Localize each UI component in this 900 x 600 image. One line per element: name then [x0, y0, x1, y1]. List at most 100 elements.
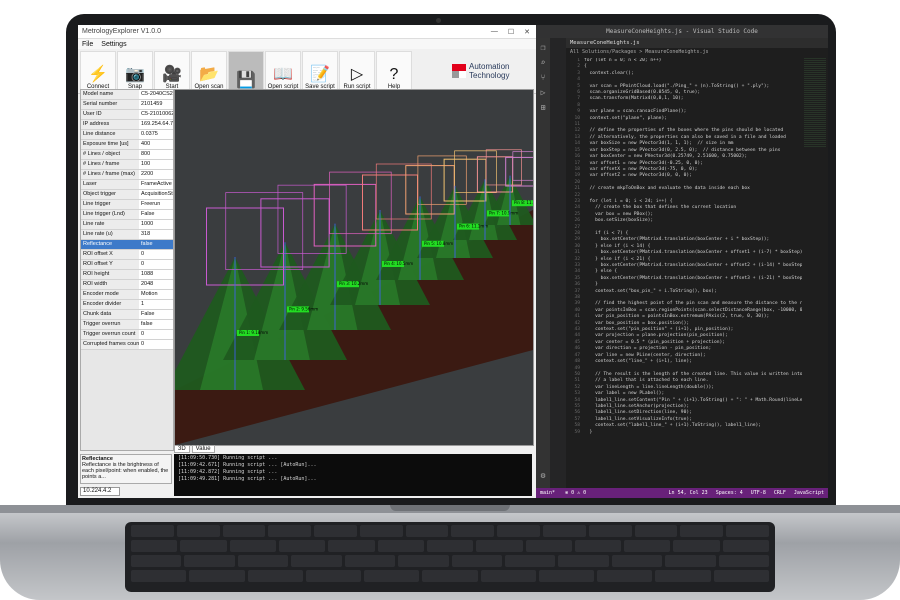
connect-button[interactable]: ⚡ Connect	[80, 51, 116, 91]
property-row[interactable]: # Lines / frame 100	[81, 160, 173, 170]
property-row[interactable]: Corrupted frames count 0	[81, 340, 173, 350]
property-row[interactable]: Object triggerAcquisitionStar	[81, 190, 173, 200]
property-value[interactable]: 0	[139, 260, 173, 269]
folder-icon: 📂	[199, 66, 219, 83]
property-row[interactable]: Line rate (u) 318	[81, 230, 173, 240]
snap-button[interactable]: 📷 Snap	[117, 51, 153, 91]
gear-icon[interactable]: ⚙	[538, 471, 548, 481]
property-row[interactable]: Laser FrameActive	[81, 180, 173, 190]
minimize-icon[interactable]: —	[491, 28, 498, 36]
property-row[interactable]: ROI offset Y0	[81, 260, 173, 270]
pin-height-label: Pin 1: 9.18mm	[239, 330, 268, 335]
property-value[interactable]: Freerun	[139, 200, 173, 209]
property-value[interactable]: 1000	[139, 220, 173, 229]
property-value[interactable]: 169.254.64.7	[139, 120, 173, 129]
property-value[interactable]: 2101459	[139, 100, 173, 109]
ip-address-field[interactable]: 10.224.4.2	[80, 487, 120, 496]
property-row[interactable]: Line distance 0.0375	[81, 130, 173, 140]
files-icon[interactable]: ❐	[538, 43, 548, 53]
property-row[interactable]: # Lines / frame (max) 2200	[81, 170, 173, 180]
property-value[interactable]: 0	[139, 330, 173, 339]
property-value[interactable]: 100	[139, 160, 173, 169]
status-problems[interactable]: ⊗ 0 ⚠ 0	[565, 488, 586, 498]
property-value[interactable]: 1	[139, 300, 173, 309]
property-value[interactable]: FrameActive	[139, 180, 173, 189]
property-value[interactable]: false	[139, 240, 173, 249]
status-position[interactable]: Ln 54, Col 23	[669, 488, 708, 498]
minimap[interactable]	[804, 58, 826, 148]
property-row[interactable]: # Lines / object 800	[81, 150, 173, 160]
point-cloud-3d-view[interactable]: Pin 1: 9.18mm Pin 2: 9.56mm Pin 3: 10.2mm P…	[165, 89, 543, 446]
source-control-icon[interactable]: ⑂	[538, 73, 548, 83]
property-row[interactable]: Encoder mode Motion	[81, 290, 173, 300]
run-script-button[interactable]: ▷ Run script	[339, 51, 375, 91]
property-row[interactable]: Line trigger Freerun	[81, 200, 173, 210]
open-scan-button[interactable]: 📂 Open scan	[191, 51, 227, 91]
save-scan-button[interactable]: 💾	[228, 51, 264, 91]
pin-height-label: Pin 6: 11.1mm	[459, 224, 488, 229]
status-language[interactable]: JavaScript	[794, 488, 824, 498]
property-value[interactable]: C5-2040CS2-	[139, 90, 173, 99]
help-button[interactable]: ? Help	[376, 51, 412, 91]
property-value[interactable]: AcquisitionStar	[139, 190, 173, 199]
property-row[interactable]: Chunk data False	[81, 310, 173, 320]
property-value[interactable]: false	[139, 320, 173, 329]
pin-height-label: Pin 2: 9.56mm	[289, 306, 318, 311]
extensions-icon[interactable]: ⊞	[538, 103, 548, 113]
search-icon[interactable]: ⌕	[538, 58, 548, 68]
laptop-notch	[390, 505, 510, 511]
property-row[interactable]: Trigger overrun false	[81, 320, 173, 330]
property-row[interactable]: Exposure time [us] 400	[81, 140, 173, 150]
console-line: [11:09:50.730] Running script ...	[178, 455, 278, 461]
property-value[interactable]: 2048	[139, 280, 173, 289]
property-row[interactable]: User ID C5-21010062	[81, 110, 173, 120]
code-editor[interactable]: 1 for (let n = 0; n < 20; n++) 2{3 context…	[566, 58, 802, 486]
menu-file[interactable]: File	[82, 41, 93, 48]
property-value[interactable]: 0	[139, 340, 173, 349]
property-row[interactable]: Model name C5-2040CS2-	[81, 90, 173, 100]
property-row[interactable]: Encoder divider 1	[81, 300, 173, 310]
status-spaces[interactable]: Spaces: 4	[716, 488, 743, 498]
status-encoding[interactable]: UTF-8	[751, 488, 766, 498]
console-line: [11:09:42.872] Running script ...	[178, 469, 278, 475]
property-row[interactable]: Line rate 1000	[81, 220, 173, 230]
status-branch[interactable]: main*	[540, 488, 555, 498]
tab-3d[interactable]: 3D	[174, 445, 190, 453]
property-row[interactable]: Serial number 2101459	[81, 100, 173, 110]
property-value[interactable]: False	[139, 210, 173, 219]
property-value[interactable]: 1088	[139, 270, 173, 279]
run-icon[interactable]: ▷	[538, 88, 548, 98]
property-value[interactable]: 0.0375	[139, 130, 173, 139]
save-script-button[interactable]: 📝 Save script	[302, 51, 338, 91]
property-row[interactable]: Trigger overrun count 0	[81, 330, 173, 340]
property-value[interactable]: False	[139, 310, 173, 319]
property-row[interactable]: Reflectance false	[81, 240, 173, 250]
code-text: var scan = PPointCloud.load("./Ping_" + …	[584, 83, 770, 89]
property-row[interactable]: IP address 169.254.64.7	[81, 120, 173, 130]
property-value[interactable]: 800	[139, 150, 173, 159]
property-key: ROI height	[81, 270, 139, 279]
property-value[interactable]: 0	[139, 250, 173, 259]
start-button[interactable]: 🎥 Start	[154, 51, 190, 91]
status-eol[interactable]: CRLF	[774, 488, 786, 498]
menu-settings[interactable]: Settings	[101, 41, 126, 48]
code-text: }	[584, 282, 598, 288]
open-script-button[interactable]: 📖 Open script	[265, 51, 301, 91]
tab-value[interactable]: Value	[191, 445, 215, 453]
breadcrumb[interactable]: All Solutions/Packages > MeasureConeHeig…	[566, 48, 828, 56]
property-row[interactable]: ROI width 2048	[81, 280, 173, 290]
property-value[interactable]: Motion	[139, 290, 173, 299]
editor-tab[interactable]: MeasureConeHeights.js	[566, 38, 828, 48]
point-cloud-canvas[interactable]: Pin 1: 9.18mm Pin 2: 9.56mm Pin 3: 10.2mm P…	[165, 90, 543, 445]
property-value[interactable]: 2200	[139, 170, 173, 179]
close-icon[interactable]: ✕	[524, 28, 530, 36]
maximize-icon[interactable]: ☐	[508, 28, 514, 36]
property-value[interactable]: 400	[139, 140, 173, 149]
property-row[interactable]: Line trigger (Lnd) False	[81, 210, 173, 220]
property-row[interactable]: ROI height 1088	[81, 270, 173, 280]
property-row[interactable]: ROI offset X0	[81, 250, 173, 260]
menu-bar: File Settings	[78, 39, 536, 49]
property-value[interactable]: 318	[139, 230, 173, 239]
code-text: var pointsInBox = scan.regionPoints(scan…	[584, 307, 802, 313]
property-value[interactable]: C5-21010062	[139, 110, 173, 119]
